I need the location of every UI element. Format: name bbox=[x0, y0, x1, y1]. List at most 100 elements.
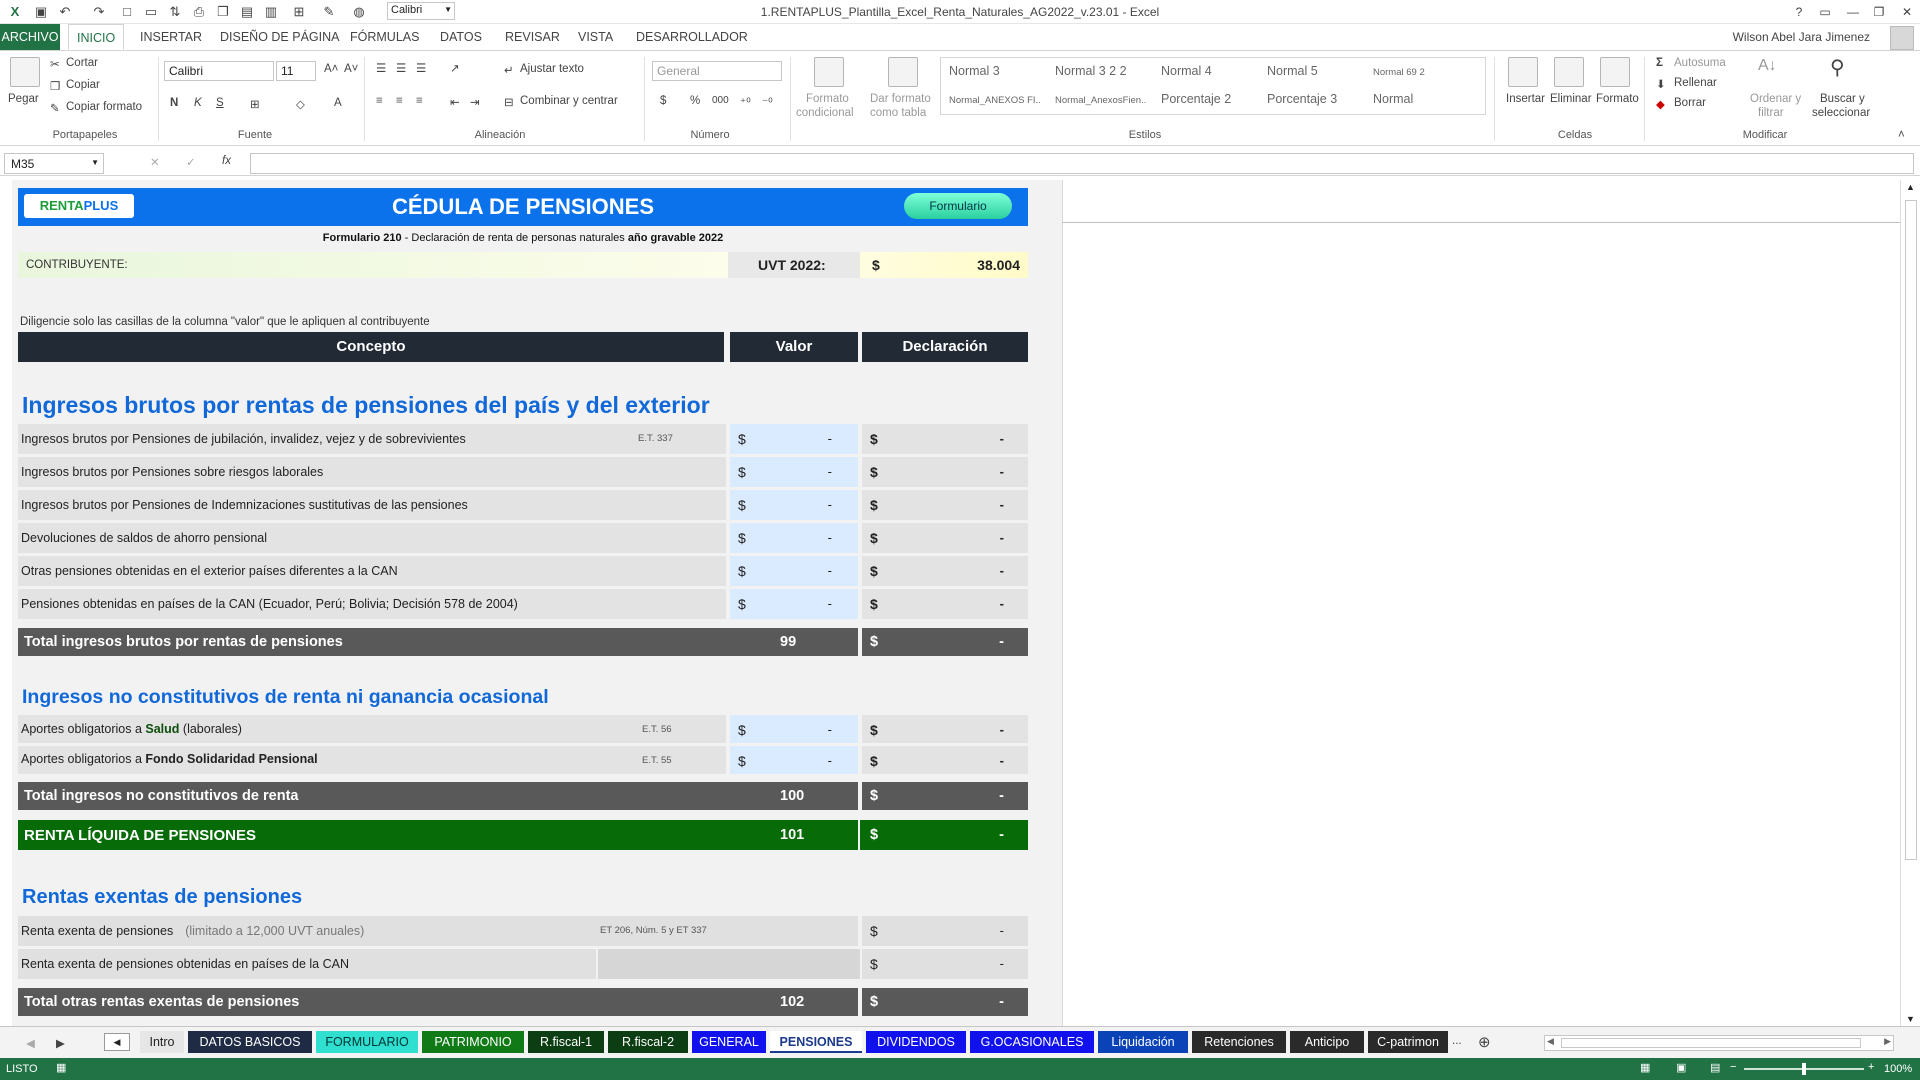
value-input[interactable]: $ - bbox=[730, 715, 858, 743]
scrollbar-thumb[interactable] bbox=[1561, 1038, 1861, 1048]
enter-icon[interactable]: ✓ bbox=[186, 155, 196, 169]
font-color-icon[interactable]: A bbox=[334, 97, 342, 109]
tab-formulas[interactable]: FÓRMULAS bbox=[342, 24, 427, 50]
zoom-in-icon[interactable]: + bbox=[1868, 1061, 1874, 1073]
align-center-icon[interactable]: ≡ bbox=[396, 95, 403, 107]
zoom-level[interactable]: 100% bbox=[1884, 1063, 1912, 1075]
name-box[interactable]: M35 ▼ bbox=[4, 153, 104, 174]
percent-button[interactable]: % bbox=[690, 95, 700, 107]
format-painter-icon[interactable]: ✎ bbox=[50, 101, 60, 115]
style-normal-anexos[interactable]: Normal_ANEXOS FI... bbox=[943, 88, 1041, 112]
sheet-tab[interactable]: C-patrimon bbox=[1368, 1031, 1448, 1053]
scroll-down-icon[interactable]: ▼ bbox=[1906, 1014, 1915, 1024]
formulario-button[interactable]: Formulario bbox=[904, 193, 1012, 219]
sort-filter-icon[interactable]: A↓ bbox=[1758, 57, 1777, 75]
sheet-tab[interactable]: FORMULARIO bbox=[316, 1031, 418, 1053]
avatar[interactable] bbox=[1890, 26, 1914, 50]
grow-font-icon[interactable]: A˄ bbox=[324, 63, 338, 75]
bold-button[interactable]: N bbox=[170, 97, 178, 109]
conditional-format-icon[interactable] bbox=[814, 57, 844, 87]
align-bottom-icon[interactable]: ☰ bbox=[416, 61, 426, 75]
style-normal-69-2[interactable]: Normal 69 2 bbox=[1367, 60, 1465, 84]
tab-archivo[interactable]: ARCHIVO bbox=[0, 24, 60, 50]
add-sheet-icon[interactable]: ⊕ bbox=[1478, 1033, 1491, 1051]
tab-revisar[interactable]: REVISAR bbox=[497, 24, 568, 50]
font-size-select[interactable]: 11 bbox=[276, 61, 316, 81]
uvt-value-cell[interactable]: $38.004 bbox=[860, 252, 1028, 278]
insert-cells-icon[interactable] bbox=[1508, 57, 1538, 87]
sheet-tab[interactable]: R.fiscal-2 bbox=[608, 1031, 688, 1053]
sheet-tab-active[interactable]: PENSIONES bbox=[770, 1031, 862, 1053]
sheet-tab[interactable]: Retenciones bbox=[1192, 1031, 1286, 1053]
copy-icon[interactable]: ❐ bbox=[50, 79, 60, 93]
paste-button[interactable]: Pegar bbox=[8, 93, 39, 105]
restore-icon[interactable]: ❐ bbox=[1866, 2, 1892, 22]
worksheet[interactable]: RENTAPLUS CÉDULA DE PENSIONES Formulario… bbox=[0, 180, 1920, 1026]
style-normal-3[interactable]: Normal 3 bbox=[943, 60, 1041, 84]
style-porcentaje-3[interactable]: Porcentaje 3 bbox=[1261, 88, 1359, 112]
italic-button[interactable]: K bbox=[194, 97, 202, 109]
outdent-icon[interactable]: ⇥ bbox=[470, 95, 480, 109]
tab-more[interactable]: ... bbox=[1452, 1035, 1462, 1047]
value-input[interactable]: $ - bbox=[730, 746, 858, 774]
clear-button[interactable]: Borrar bbox=[1674, 97, 1706, 109]
empty-cells-area[interactable] bbox=[1062, 180, 1900, 1026]
ribbon-options-icon[interactable]: ▭ bbox=[1812, 2, 1838, 22]
tab-datos[interactable]: DATOS bbox=[432, 24, 490, 50]
merge-center-button[interactable]: Combinar y centrar bbox=[520, 95, 618, 107]
user-name[interactable]: Wilson Abel Jara Jimenez bbox=[1733, 30, 1870, 44]
cut-icon[interactable]: ✂ bbox=[50, 57, 60, 71]
horizontal-scrollbar[interactable]: ◀ ▶ bbox=[1544, 1035, 1894, 1051]
align-right-icon[interactable]: ≡ bbox=[416, 95, 423, 107]
style-normal[interactable]: Normal bbox=[1367, 88, 1465, 112]
eraser-icon[interactable]: ◆ bbox=[1656, 97, 1665, 111]
style-normal-5[interactable]: Normal 5 bbox=[1261, 60, 1359, 84]
sheet-tab[interactable]: GENERAL bbox=[692, 1031, 766, 1053]
format-cells-icon[interactable] bbox=[1600, 57, 1630, 87]
find-select-button[interactable]: Buscar y bbox=[1820, 93, 1865, 105]
tab-vista[interactable]: VISTA bbox=[570, 24, 621, 50]
tab-scroll-left-icon[interactable]: ◀ bbox=[26, 1036, 35, 1050]
conditional-format-button[interactable]: Formato bbox=[806, 93, 849, 105]
decrease-decimal-icon[interactable]: ⁻⁰ bbox=[762, 95, 773, 109]
number-format-select[interactable]: General bbox=[652, 61, 782, 81]
sheet-tab[interactable]: Intro bbox=[140, 1031, 184, 1053]
currency-icon[interactable]: $ bbox=[660, 95, 666, 107]
fill-color-icon[interactable]: ◇ bbox=[296, 97, 305, 111]
help-icon[interactable]: ? bbox=[1786, 2, 1812, 22]
sheet-tab[interactable]: Anticipo bbox=[1290, 1031, 1364, 1053]
paste-icon[interactable] bbox=[10, 57, 40, 87]
delete-cells-button[interactable]: Eliminar bbox=[1550, 93, 1592, 105]
value-input[interactable]: $ - bbox=[730, 589, 858, 619]
style-normal-anexosfien[interactable]: Normal_AnexosFien... bbox=[1049, 88, 1147, 112]
orientation-icon[interactable]: ↗ bbox=[450, 61, 460, 75]
underline-button[interactable]: S bbox=[216, 97, 224, 109]
vertical-scrollbar[interactable]: ▲ ▼ bbox=[1900, 180, 1920, 1026]
value-input[interactable]: $ - bbox=[730, 556, 858, 586]
binoculars-icon[interactable]: ⚲ bbox=[1830, 55, 1845, 80]
align-middle-icon[interactable]: ☰ bbox=[396, 61, 406, 75]
sheet-tab[interactable]: DATOS BASICOS bbox=[188, 1031, 312, 1053]
format-painter-button[interactable]: Copiar formato bbox=[66, 101, 142, 113]
style-porcentaje-2[interactable]: Porcentaje 2 bbox=[1155, 88, 1253, 112]
shrink-font-icon[interactable]: A˅ bbox=[344, 63, 358, 75]
fx-button[interactable]: fx bbox=[222, 155, 231, 167]
value-input[interactable]: $ - bbox=[730, 457, 858, 487]
borders-icon[interactable]: ⊞ bbox=[250, 97, 260, 111]
value-input[interactable]: $ - bbox=[730, 523, 858, 553]
wrap-text-button[interactable]: Ajustar texto bbox=[520, 63, 584, 75]
scroll-right-icon[interactable]: ▶ bbox=[1884, 1036, 1891, 1047]
close-icon[interactable]: ✕ bbox=[1894, 2, 1920, 22]
page-layout-icon[interactable]: ▣ bbox=[1676, 1061, 1686, 1074]
contribuyente-field[interactable]: CONTRIBUYENTE: bbox=[18, 252, 728, 278]
sort-filter-button[interactable]: Ordenar y bbox=[1750, 93, 1801, 105]
macro-record-icon[interactable]: ▦ bbox=[56, 1061, 66, 1074]
wrap-text-icon[interactable]: ↵ bbox=[504, 63, 514, 77]
increase-decimal-icon[interactable]: ⁺⁰ bbox=[740, 95, 751, 109]
merge-icon[interactable]: ⊟ bbox=[504, 95, 514, 109]
scrollbar-thumb[interactable] bbox=[1905, 200, 1917, 860]
format-cells-button[interactable]: Formato bbox=[1596, 93, 1639, 105]
tab-scroll-right-icon[interactable]: ▶ bbox=[56, 1036, 65, 1050]
value-input[interactable]: $ - bbox=[730, 424, 858, 454]
autosum-icon[interactable]: Σ bbox=[1656, 57, 1663, 69]
